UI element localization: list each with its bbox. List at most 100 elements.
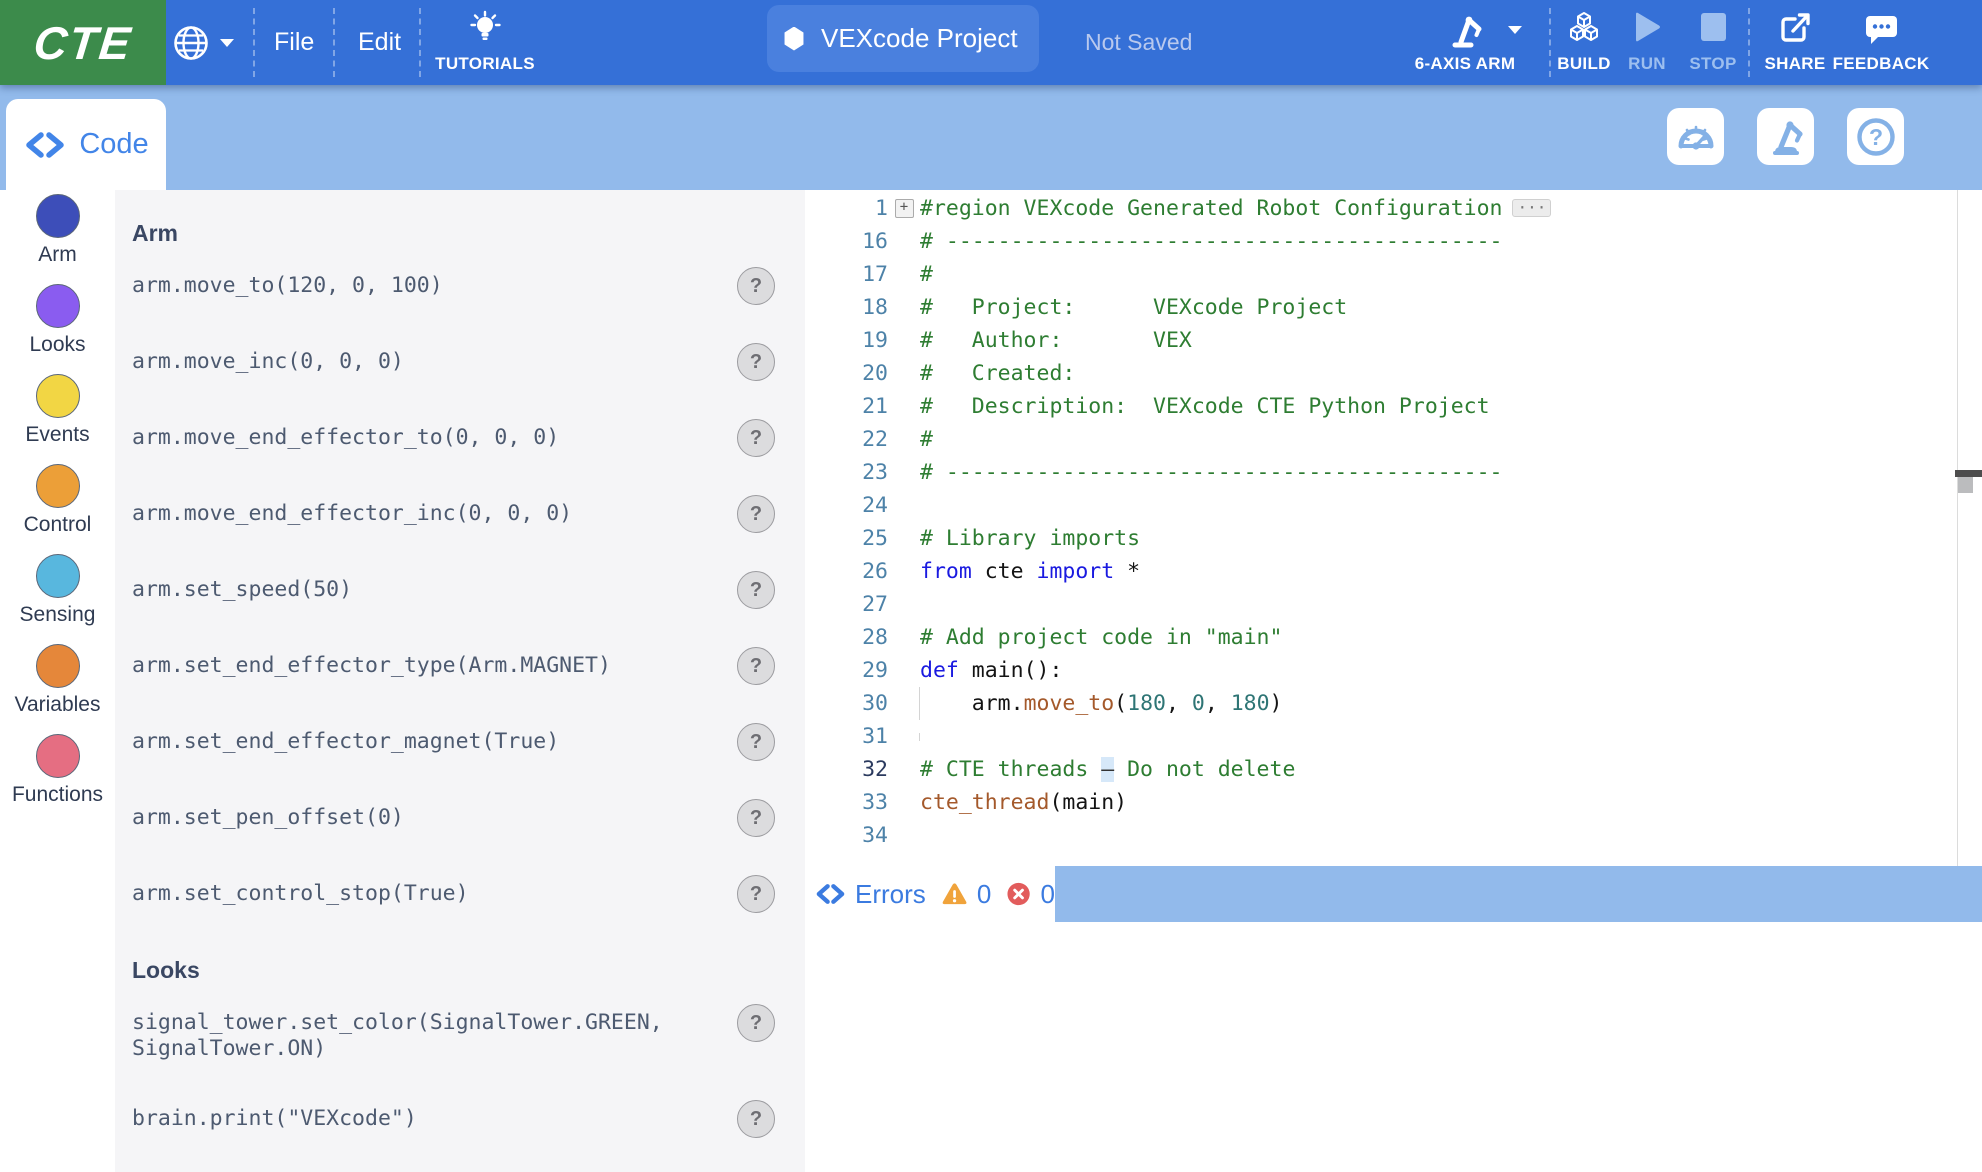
file-menu[interactable]: File (268, 0, 320, 85)
folded-region-ellipsis[interactable]: ··· (1512, 199, 1551, 217)
edit-menu[interactable]: Edit (352, 0, 407, 85)
category-color-dot (36, 194, 80, 238)
sidebar-item-arm[interactable]: Arm (0, 194, 115, 284)
code-text[interactable]: # (920, 427, 1957, 452)
code-text[interactable]: def main(): (920, 658, 1957, 683)
command-row[interactable]: arm.set_control_stop(True)? (132, 881, 775, 913)
code-text[interactable]: # Created: (920, 361, 1957, 386)
code-line[interactable]: 33cte_thread(main) (805, 786, 1957, 819)
code-line[interactable]: 17# (805, 258, 1957, 291)
command-help-button[interactable]: ? (737, 723, 775, 761)
code-text[interactable]: arm.move_to(180, 0, 180) (920, 691, 1957, 716)
code-line[interactable]: 26from cte import * (805, 555, 1957, 588)
code-line[interactable]: 21# Description: VEXcode CTE Python Proj… (805, 390, 1957, 423)
sidebar-item-control[interactable]: Control (0, 464, 115, 554)
stop-label: STOP (1689, 54, 1736, 74)
cte-logo[interactable]: CTE (0, 0, 166, 85)
robot-arm-icon (1765, 116, 1807, 158)
help-button[interactable]: ? (1847, 108, 1904, 165)
fold-icon[interactable]: + (895, 199, 914, 218)
code-brackets-icon (815, 884, 846, 904)
code-line[interactable]: 32# CTE threads – Do not delete (805, 753, 1957, 786)
code-text[interactable]: # Project: VEXcode Project (920, 295, 1957, 320)
device-selector[interactable]: 6-AXIS ARM (1410, 0, 1520, 85)
feedback-button[interactable]: FEEDBACK (1836, 0, 1926, 85)
code-line[interactable]: 30 arm.move_to(180, 0, 180) (805, 687, 1957, 720)
sidebar-item-variables[interactable]: Variables (0, 644, 115, 734)
code-text[interactable]: #region VEXcode Generated Robot Configur… (920, 196, 1957, 221)
build-button[interactable]: BUILD (1552, 0, 1616, 85)
category-color-dot (36, 374, 80, 418)
fold-column: + (888, 199, 920, 218)
vexcode-app: CTE File Edit (0, 0, 1982, 1172)
topbar: CTE File Edit (0, 0, 1982, 85)
code-segment: 180 (1231, 691, 1270, 716)
command-help-button[interactable]: ? (737, 647, 775, 685)
code-line[interactable]: 25 # Library imports (805, 522, 1957, 555)
line-number: 25 (805, 526, 888, 551)
command-help-button[interactable]: ? (737, 1004, 775, 1042)
command-help-button[interactable]: ? (737, 1100, 775, 1138)
command-help-button[interactable]: ? (737, 419, 775, 457)
code-line[interactable]: 1+#region VEXcode Generated Robot Config… (805, 192, 1957, 225)
code-text[interactable]: # CTE threads – Do not delete (920, 757, 1957, 782)
code-line[interactable]: 29def main(): (805, 654, 1957, 687)
code-text[interactable]: # --------------------------------------… (920, 460, 1957, 485)
command-row[interactable]: arm.set_pen_offset(0)? (132, 805, 775, 837)
command-help-button[interactable]: ? (737, 343, 775, 381)
code-text[interactable]: # Library imports (920, 526, 1957, 551)
command-row[interactable]: arm.move_end_effector_inc(0, 0, 0)? (132, 501, 775, 533)
language-menu[interactable] (172, 0, 234, 85)
share-icon (1776, 10, 1814, 48)
code-line[interactable]: 19# Author: VEX (805, 324, 1957, 357)
code-editor[interactable]: 1+#region VEXcode Generated Robot Config… (805, 190, 1957, 866)
chevron-down-icon[interactable] (1508, 26, 1522, 34)
command-row[interactable]: arm.move_end_effector_to(0, 0, 0)? (132, 425, 775, 457)
command-row[interactable]: arm.set_end_effector_type(Arm.MAGNET)? (132, 653, 775, 685)
code-line[interactable]: 28# Add project code in "main" (805, 621, 1957, 654)
command-row[interactable]: arm.set_speed(50)? (132, 577, 775, 609)
command-section-title: Arm (132, 220, 775, 247)
stop-button[interactable]: STOP (1686, 0, 1740, 85)
errors-tab[interactable]: Errors 0 0 (805, 866, 1055, 922)
run-button[interactable]: RUN (1622, 0, 1672, 85)
code-text[interactable]: # (920, 262, 1957, 287)
command-help-button[interactable]: ? (737, 267, 775, 305)
code-line[interactable]: 16 # ------------------------------------… (805, 225, 1957, 258)
code-text[interactable]: from cte import * (920, 559, 1957, 584)
code-line[interactable]: 23# ------------------------------------… (805, 456, 1957, 489)
command-row[interactable]: signal_tower.set_color(SignalTower.GREEN… (132, 1010, 775, 1062)
code-line[interactable]: 20# Created: (805, 357, 1957, 390)
project-name-button[interactable]: VEXcode Project (767, 5, 1039, 72)
command-row[interactable]: brain.print("VEXcode")? (132, 1106, 775, 1138)
robot-arm-panel-button[interactable] (1757, 108, 1814, 165)
tab-code[interactable]: Code (6, 99, 166, 190)
code-text[interactable]: # Author: VEX (920, 328, 1957, 353)
sidebar-item-events[interactable]: Events (0, 374, 115, 464)
code-line[interactable]: 27 (805, 588, 1957, 621)
command-help-button[interactable]: ? (737, 875, 775, 913)
code-text[interactable]: # Add project code in "main" (920, 625, 1957, 650)
code-text[interactable]: cte_thread(main) (920, 790, 1957, 815)
command-help-button[interactable]: ? (737, 799, 775, 837)
code-line[interactable]: 22# (805, 423, 1957, 456)
scrollbar-thumb[interactable] (1958, 477, 1973, 493)
share-button[interactable]: SHARE (1762, 0, 1828, 85)
dashboard-button[interactable] (1667, 108, 1724, 165)
code-text[interactable]: # Description: VEXcode CTE Python Projec… (920, 394, 1957, 419)
code-line[interactable]: 31 (805, 720, 1957, 753)
sidebar-item-looks[interactable]: Looks (0, 284, 115, 374)
line-number: 16 (805, 229, 888, 254)
code-line[interactable]: 34 (805, 819, 1957, 852)
sidebar-item-sensing[interactable]: Sensing (0, 554, 115, 644)
command-help-button[interactable]: ? (737, 495, 775, 533)
code-text[interactable]: # --------------------------------------… (920, 229, 1957, 254)
command-row[interactable]: arm.move_inc(0, 0, 0)? (132, 349, 775, 381)
sidebar-item-functions[interactable]: Functions (0, 734, 115, 824)
code-line[interactable]: 24 (805, 489, 1957, 522)
command-help-button[interactable]: ? (737, 571, 775, 609)
command-row[interactable]: arm.move_to(120, 0, 100)? (132, 273, 775, 305)
command-row[interactable]: arm.set_end_effector_magnet(True)? (132, 729, 775, 761)
tutorials-button[interactable]: TUTORIALS (437, 0, 533, 85)
code-line[interactable]: 18# Project: VEXcode Project (805, 291, 1957, 324)
